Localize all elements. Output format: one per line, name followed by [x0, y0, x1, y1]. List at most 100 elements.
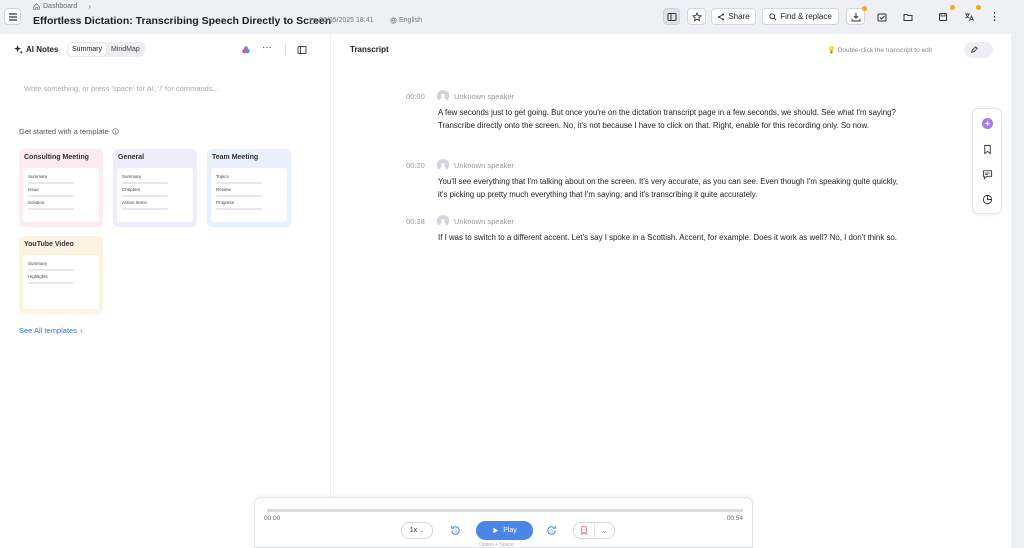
comment-button[interactable]: [981, 168, 994, 181]
ai-assistant-button[interactable]: [981, 117, 994, 130]
color-palette-icon[interactable]: [241, 45, 251, 55]
edit-hint-text: Double-click the transcript to edit: [837, 46, 933, 54]
bookmark-icon: [984, 144, 991, 155]
export-button[interactable]: [872, 8, 891, 25]
date-text: 06/05/2025 18:41: [319, 17, 374, 24]
segment-timestamp[interactable]: 00:20: [406, 161, 425, 170]
add-bookmark-button[interactable]: [574, 523, 594, 538]
templates-heading-text: Get started with a template: [19, 127, 109, 136]
save-button[interactable]: [933, 5, 955, 25]
template-item: Issue: [28, 187, 39, 192]
tab-summary[interactable]: Summary: [68, 43, 106, 56]
panel-layout-icon: [667, 12, 676, 21]
template-item: Solution: [28, 200, 45, 205]
skip-back-icon[interactable]: 3: [449, 524, 462, 537]
notification-dot: [862, 6, 867, 11]
save-icon: [938, 12, 947, 21]
template-card-team-meeting[interactable]: Team Meeting Topics Review Progress: [207, 149, 291, 227]
speaker-name: Unknown speaker: [454, 160, 515, 170]
total-duration: 00:54: [726, 515, 743, 522]
speaker-name: Unknown speaker: [454, 91, 515, 101]
more-options-button[interactable]: ⋮: [987, 8, 1002, 25]
language-selector[interactable]: English: [390, 17, 422, 24]
lightbulb-icon: 💡: [827, 47, 836, 54]
template-card-consulting-meeting[interactable]: Consulting Meeting Summary Issue Solutio…: [19, 149, 103, 227]
tab-mindmap[interactable]: MindMap: [107, 43, 144, 56]
segment-timestamp[interactable]: 00:38: [406, 217, 425, 226]
playback-progress-bar[interactable]: [267, 509, 743, 512]
segment-text[interactable]: If I was to switch to a different accent…: [438, 231, 908, 244]
find-replace-label: Find & replace: [780, 12, 832, 21]
share-icon: [718, 13, 725, 20]
find-replace-button[interactable]: Find & replace: [762, 8, 839, 25]
breadcrumb[interactable]: Dashboard ›: [33, 2, 91, 11]
segment-text[interactable]: A few seconds just to get going. But onc…: [438, 106, 908, 132]
history-button[interactable]: [981, 193, 994, 206]
segment-speaker[interactable]: Unknown speaker: [437, 215, 514, 227]
speaker-name: Unknown speaker: [454, 216, 515, 226]
speaker-avatar-icon: [437, 159, 449, 171]
segment-speaker[interactable]: Unknown speaker: [437, 90, 514, 102]
chevron-right-icon: ›: [79, 326, 83, 335]
template-item: Topics: [216, 174, 229, 179]
star-icon: [691, 11, 702, 21]
template-preview: Summary Chapters Action Items: [117, 168, 193, 222]
playback-speed-select[interactable]: 1x ⌄: [401, 522, 433, 539]
segment-timestamp[interactable]: 00:00: [406, 92, 425, 101]
edit-hint: 💡 Double-click the transcript to edit: [827, 46, 933, 55]
template-title: Consulting Meeting: [24, 154, 89, 161]
folder-icon: [903, 13, 912, 21]
segment-text[interactable]: You'll see everything that I'm talking a…: [438, 175, 908, 201]
home-icon: [33, 3, 40, 10]
speaker-avatar-icon: [437, 90, 449, 102]
template-preview: Summary Issue Solution: [23, 168, 99, 222]
template-title: YouTube Video: [24, 241, 74, 248]
see-all-templates-link[interactable]: See All templates ›: [19, 326, 82, 335]
more-horizontal-icon[interactable]: ···: [262, 42, 272, 53]
menu-button[interactable]: [4, 8, 21, 25]
ai-notes-title: AI Notes: [14, 45, 58, 54]
translate-button[interactable]: [959, 5, 981, 25]
template-card-general[interactable]: General Summary Chapters Action Items: [113, 149, 197, 227]
page-title[interactable]: Effortless Dictation: Transcribing Speec…: [33, 15, 331, 27]
share-label: Share: [728, 12, 750, 21]
chevron-right-icon: ›: [88, 2, 91, 11]
template-item: Action Items: [122, 200, 147, 205]
layout-toggle-button[interactable]: [663, 8, 680, 25]
bookmark-dropdown: ⌄: [573, 522, 615, 539]
download-button[interactable]: [846, 6, 867, 25]
play-button[interactable]: Play: [476, 521, 533, 540]
chevron-down-icon: ⌄: [419, 528, 425, 534]
transcript-panel: Transcript 💡 Double-click the transcript…: [331, 34, 1011, 548]
ai-sparkle-icon: [982, 118, 993, 129]
template-preview: Topics Review Progress: [211, 168, 287, 222]
star-button[interactable]: [687, 8, 706, 25]
template-item: Review: [216, 187, 231, 192]
info-icon[interactable]: [111, 128, 119, 135]
folder-button[interactable]: [898, 8, 917, 25]
template-card-youtube-video[interactable]: YouTube Video Summary Highlights: [19, 236, 103, 314]
ai-notes-label: AI Notes: [26, 45, 59, 54]
skip-forward-icon[interactable]: 3: [545, 524, 558, 537]
recording-date: 06/05/2025 18:41: [310, 17, 374, 24]
templates-heading: Get started with a template: [19, 127, 119, 136]
edit-mode-toggle[interactable]: [964, 42, 993, 58]
language-text: English: [399, 17, 422, 24]
transcript-heading: Transcript: [350, 45, 389, 54]
svg-text:3: 3: [454, 529, 457, 534]
collapse-panel-icon[interactable]: [297, 45, 307, 55]
bookmark-button[interactable]: [981, 143, 994, 156]
more-vertical-icon: ⋮: [989, 11, 1000, 23]
template-item: Summary: [122, 174, 142, 179]
pie-chart-icon: [982, 194, 993, 205]
play-icon: [493, 527, 499, 534]
speed-label: 1x: [409, 527, 418, 534]
share-button[interactable]: Share: [711, 8, 756, 25]
breadcrumb-dashboard[interactable]: Dashboard: [43, 3, 77, 10]
notification-dot: [950, 5, 955, 10]
ai-notes-input[interactable]: Write something, or press 'space' for AI…: [24, 84, 219, 93]
template-title: General: [118, 154, 145, 161]
notes-view-switch: Summary MindMap: [67, 42, 145, 57]
segment-speaker[interactable]: Unknown speaker: [437, 159, 514, 171]
bookmark-options-button[interactable]: ⌄: [593, 523, 614, 538]
